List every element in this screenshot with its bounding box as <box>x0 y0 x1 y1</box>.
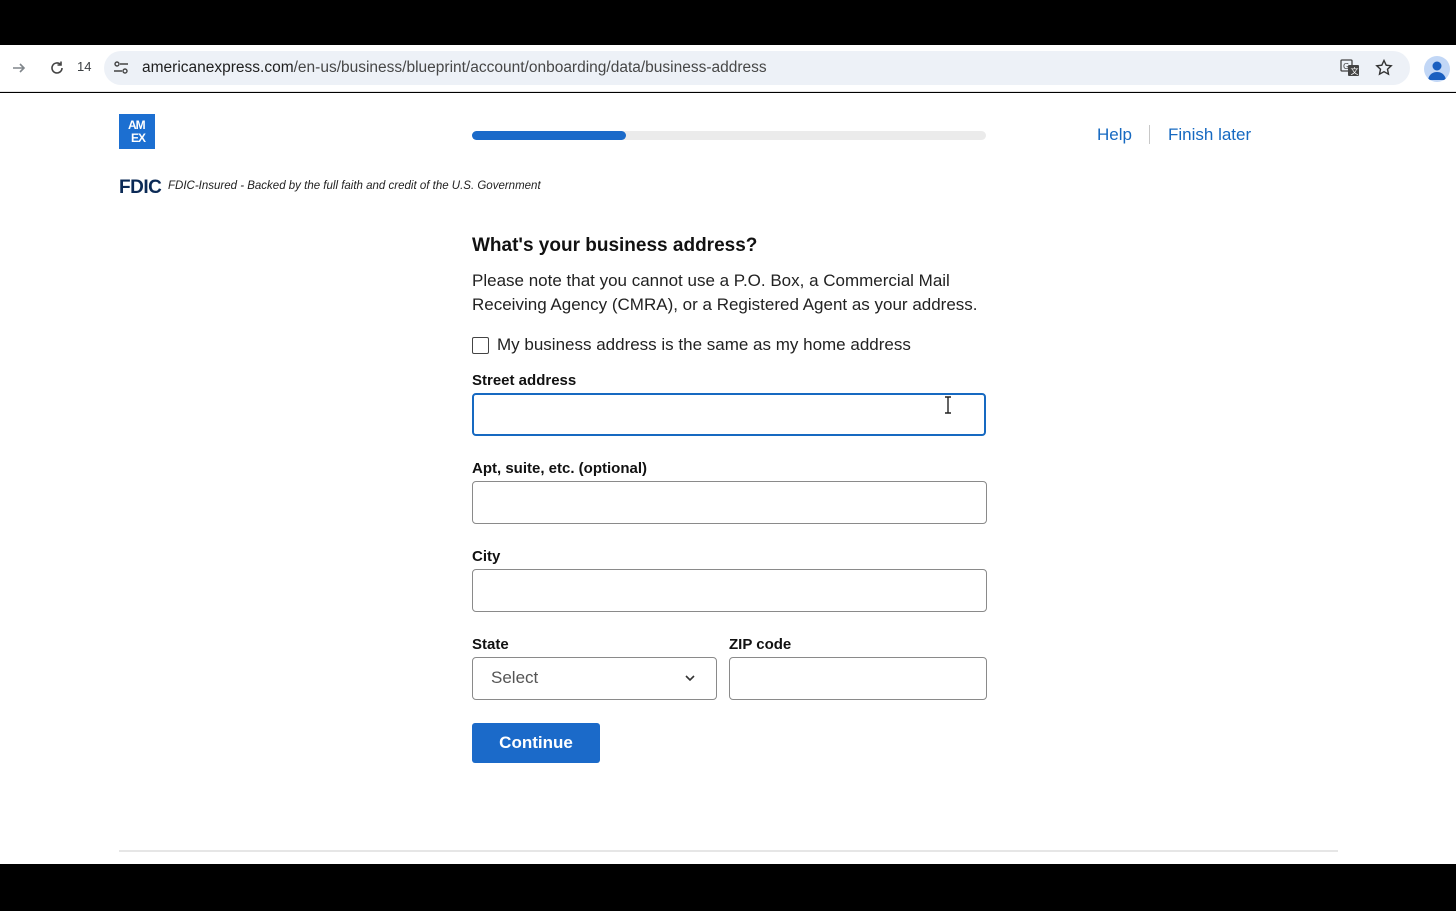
progress-bar <box>472 131 986 140</box>
continue-button[interactable]: Continue <box>472 723 600 763</box>
site-settings-icon[interactable] <box>112 59 130 77</box>
reload-icon[interactable] <box>46 57 68 79</box>
state-label: State <box>472 636 509 653</box>
chevron-down-icon <box>684 671 696 683</box>
street-address-label: Street address <box>472 372 577 389</box>
amex-logo[interactable]: AM EX <box>119 114 155 149</box>
zip-code-label: ZIP code <box>729 636 792 653</box>
apt-suite-input[interactable] <box>472 481 987 524</box>
address-bar[interactable]: americanexpress.com/en-us/business/bluep… <box>104 51 1410 85</box>
state-select[interactable]: Select <box>472 657 717 700</box>
text-cursor-icon <box>942 395 954 415</box>
logo-line-1: AM <box>128 118 146 132</box>
page-content: AM EX Help Finish later FDIC FDIC-Insure… <box>0 93 1456 864</box>
fdic-logo: FDIC <box>119 177 162 198</box>
url-domain: americanexpress.com <box>142 59 294 76</box>
city-input[interactable] <box>472 569 987 612</box>
help-link[interactable]: Help <box>1097 125 1132 145</box>
state-select-value: Select <box>491 668 539 687</box>
address-note: Please note that you cannot use a P.O. B… <box>472 271 978 314</box>
zip-code-input[interactable] <box>729 657 987 700</box>
finish-later-link[interactable]: Finish later <box>1168 125 1251 145</box>
svg-text:G: G <box>1343 62 1349 71</box>
logo-line-2: EX <box>131 131 146 145</box>
url-path: /en-us/business/blueprint/account/onboar… <box>293 59 767 76</box>
city-label: City <box>472 548 501 565</box>
page-title: What's your business address? <box>472 235 758 256</box>
tab-count: 14 <box>77 59 92 74</box>
bookmark-star-icon[interactable] <box>1374 58 1394 78</box>
header-divider <box>1149 125 1150 144</box>
apt-suite-label: Apt, suite, etc. (optional) <box>472 460 647 477</box>
url-text[interactable]: americanexpress.com/en-us/business/bluep… <box>142 59 767 77</box>
footer-divider <box>119 850 1338 852</box>
screen-bottom-border <box>0 864 1456 911</box>
progress-bar-fill <box>472 131 627 140</box>
forward-icon[interactable] <box>8 57 30 79</box>
screen-top-border <box>0 0 1456 45</box>
svg-text:文: 文 <box>1351 66 1359 76</box>
same-as-home-checkbox[interactable] <box>472 337 489 354</box>
browser-toolbar: 14 americanexpress.com/en-us/business/bl… <box>0 45 1456 92</box>
profile-avatar-icon[interactable] <box>1424 56 1450 82</box>
fdic-disclaimer: FDIC-Insured - Backed by the full faith … <box>168 180 541 192</box>
street-address-input[interactable] <box>472 393 986 436</box>
same-as-home-label[interactable]: My business address is the same as my ho… <box>497 335 911 355</box>
translate-icon[interactable]: G文 <box>1340 58 1360 78</box>
